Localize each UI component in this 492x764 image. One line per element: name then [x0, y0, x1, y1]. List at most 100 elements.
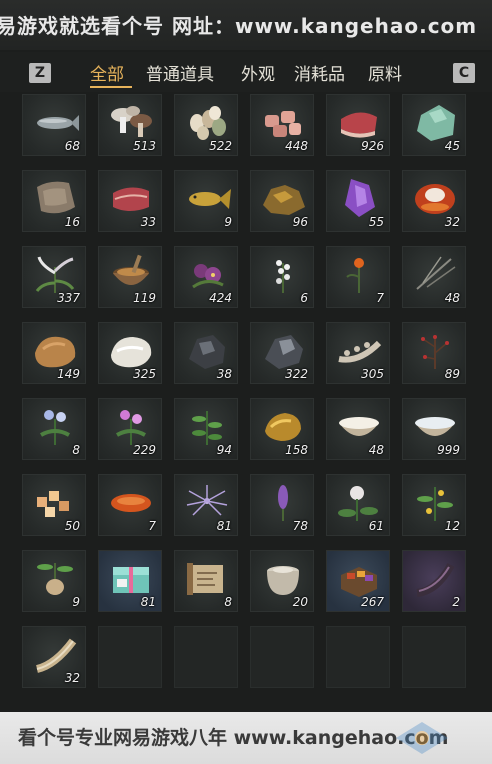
empty-inventory-slot[interactable] — [402, 626, 466, 688]
item-quantity: 448 — [285, 139, 308, 153]
item-quantity: 926 — [361, 139, 384, 153]
inventory-slot[interactable]: 6 — [250, 246, 314, 308]
item-quantity: 68 — [64, 139, 80, 153]
tab-appearance[interactable]: 外观 — [241, 60, 275, 85]
inventory-slot[interactable]: 48 — [326, 398, 390, 460]
inventory-slot[interactable]: 33 — [98, 170, 162, 232]
golden-fish-icon — [189, 189, 231, 209]
item-quantity: 337 — [57, 291, 80, 305]
empty-inventory-slot[interactable] — [174, 626, 238, 688]
white-fur-icon — [111, 337, 152, 368]
inventory-slot[interactable]: 9 — [174, 170, 238, 232]
amethyst-icon — [345, 179, 375, 217]
inventory-slot[interactable]: 2 — [402, 550, 466, 612]
empty-inventory-slot[interactable] — [326, 626, 390, 688]
dry-grass-icon — [416, 256, 456, 290]
inventory-slot[interactable]: 94 — [174, 398, 238, 460]
inventory-slot[interactable]: 7 — [326, 246, 390, 308]
green-herb-icon — [192, 411, 222, 445]
inventory-slot[interactable]: 8 — [22, 398, 86, 460]
inventory-slot[interactable]: 158 — [250, 398, 314, 460]
inventory-slot[interactable]: 45 — [402, 94, 466, 156]
item-quantity: 229 — [133, 443, 156, 457]
next-tab-key-badge[interactable]: C — [453, 63, 475, 83]
item-quantity: 32 — [64, 671, 80, 685]
inventory-slot[interactable]: 55 — [326, 170, 390, 232]
item-quantity: 81 — [140, 595, 156, 609]
jar-icon — [267, 566, 299, 595]
empty-inventory-slot[interactable] — [250, 626, 314, 688]
inventory-slot[interactable]: 12 — [402, 474, 466, 536]
meat-chunks-icon — [265, 111, 301, 137]
item-quantity: 48 — [444, 291, 460, 305]
inventory-slot[interactable]: 68 — [22, 94, 86, 156]
item-quantity: 8 — [72, 443, 80, 457]
inventory-slot[interactable]: 20 — [250, 550, 314, 612]
inventory-slot[interactable]: 322 — [250, 322, 314, 384]
inventory-slot[interactable]: 9 — [22, 550, 86, 612]
inventory-slot[interactable]: 38 — [174, 322, 238, 384]
inventory-slot[interactable]: 229 — [98, 398, 162, 460]
prev-tab-key-badge[interactable]: Z — [29, 63, 51, 83]
inventory-slot[interactable]: 61 — [326, 474, 390, 536]
inventory-slot[interactable]: 89 — [402, 322, 466, 384]
jade-stone-icon — [417, 105, 455, 141]
inventory-slot[interactable]: 926 — [326, 94, 390, 156]
dark-horn-icon — [416, 563, 455, 597]
inventory-slot[interactable]: 999 — [402, 398, 466, 460]
item-quantity: 81 — [216, 519, 232, 533]
empty-inventory-slot[interactable] — [98, 626, 162, 688]
red-berry-bush-icon — [421, 335, 449, 369]
inventory-slot[interactable]: 267 — [326, 550, 390, 612]
item-quantity: 12 — [444, 519, 460, 533]
raw-meat-icon — [113, 187, 149, 211]
inventory-slot[interactable]: 32 — [22, 626, 86, 688]
item-quantity: 2 — [452, 595, 460, 609]
item-quantity: 32 — [444, 215, 460, 229]
item-quantity: 9 — [72, 595, 80, 609]
inventory-slot[interactable]: 119 — [98, 246, 162, 308]
inventory-slot[interactable]: 96 — [250, 170, 314, 232]
inventory-slot[interactable]: 7 — [98, 474, 162, 536]
item-quantity: 158 — [285, 443, 308, 457]
mortar-spice-icon — [113, 254, 149, 285]
inventory-slot[interactable]: 448 — [250, 94, 314, 156]
active-tab-underline — [90, 86, 132, 88]
inventory-slot[interactable]: 522 — [174, 94, 238, 156]
tab-common-items[interactable]: 普通道具 — [146, 60, 214, 85]
food-box-icon — [341, 567, 377, 597]
horn-icon — [35, 638, 77, 673]
item-quantity: 305 — [361, 367, 384, 381]
inventory-slot[interactable]: 337 — [22, 246, 86, 308]
inventory-slot[interactable]: 16 — [22, 170, 86, 232]
inventory-slot[interactable]: 424 — [174, 246, 238, 308]
gold-nugget-icon — [265, 413, 301, 441]
inventory-slot[interactable]: 81 — [98, 550, 162, 612]
inventory-slot[interactable]: 78 — [250, 474, 314, 536]
inventory-slot[interactable]: 50 — [22, 474, 86, 536]
inventory-grid: 68 513 522 448 926 45 16 33 9 96 55 32 337 119 424 6 7 48… — [22, 94, 474, 709]
tab-all[interactable]: 全部 — [90, 60, 124, 85]
steak-icon — [341, 112, 377, 138]
inventory-slot[interactable]: 513 — [98, 94, 162, 156]
inventory-slot[interactable]: 149 — [22, 322, 86, 384]
item-quantity: 7 — [376, 291, 384, 305]
inventory-slot[interactable]: 32 — [402, 170, 466, 232]
item-quantity: 20 — [292, 595, 308, 609]
inventory-slot[interactable]: 81 — [174, 474, 238, 536]
inventory-slot[interactable]: 305 — [326, 322, 390, 384]
item-quantity: 96 — [292, 215, 308, 229]
item-quantity: 8 — [224, 595, 232, 609]
item-quantity: 61 — [368, 519, 384, 533]
inventory-slot[interactable]: 8 — [174, 550, 238, 612]
watermark-top-banner: 易游戏就选看个号 网址：www.kangehao.com — [0, 0, 492, 50]
tab-consumables[interactable]: 消耗品 — [294, 60, 345, 85]
item-quantity: 267 — [361, 595, 384, 609]
inventory-slot[interactable]: 325 — [98, 322, 162, 384]
tan-fur-icon — [35, 336, 76, 368]
item-quantity: 522 — [209, 139, 232, 153]
category-tab-bar: Z 全部 普通道具 外观 消耗品 原料 C — [0, 52, 492, 92]
tab-materials[interactable]: 原料 — [368, 60, 402, 85]
item-quantity: 325 — [133, 367, 156, 381]
inventory-slot[interactable]: 48 — [402, 246, 466, 308]
